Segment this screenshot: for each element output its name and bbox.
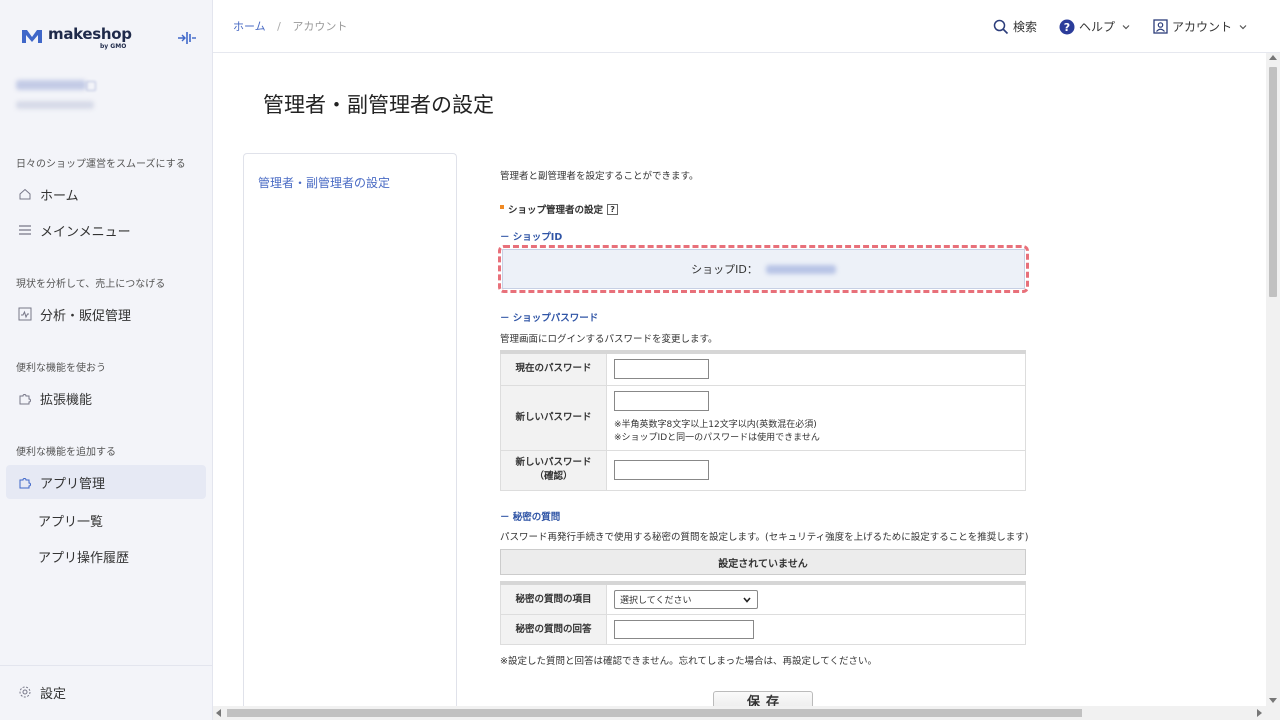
sidebar-item-analytics[interactable]: 分析・販促管理 [6, 297, 206, 331]
shop-id-heading: － ショップID [500, 232, 563, 243]
brand-name: makeshop [48, 25, 132, 43]
sidebar-item-home[interactable]: ホーム [6, 177, 206, 211]
search-icon [993, 19, 1009, 34]
sidebar-subitem-app-list[interactable]: アプリ一覧 [38, 511, 103, 530]
help-menu[interactable]: ? ヘルプ [1059, 18, 1135, 35]
search-label: 検索 [1013, 20, 1038, 34]
chevron-down-icon [1122, 24, 1130, 29]
section-label-add: 便利な機能を追加する [16, 447, 116, 458]
confirm-password-label: 新しいパスワード （確認） [500, 449, 607, 491]
account-icon [1153, 19, 1168, 34]
breadcrumb-current: アカウント [292, 20, 348, 33]
chevron-down-icon [1239, 24, 1247, 29]
highlight-frame [498, 245, 1029, 293]
password-hint-1: ※半角英数字8文字以上12文字以内(英数混在必須) [614, 419, 817, 430]
makeshop-logo-icon [22, 30, 42, 43]
page-description: 管理者と副管理者を設定することができます。 [500, 171, 699, 182]
current-password-label: 現在のパスワード [500, 351, 607, 386]
settings-side-panel: 管理者・副管理者の設定 [243, 153, 457, 713]
sidebar-item-main-menu[interactable]: メインメニュー [6, 213, 206, 247]
home-icon [18, 187, 32, 201]
sidebar-item-extensions[interactable]: 拡張機能 [6, 381, 206, 415]
breadcrumb-separator: / [277, 20, 281, 33]
sidebar-item-label: 設定 [40, 686, 67, 702]
section-label-daily: 日々のショップ運営をスムーズにする [16, 159, 186, 170]
new-password-label: 新しいパスワード [500, 384, 607, 451]
sidebar-item-label: 拡張機能 [40, 392, 93, 408]
scroll-thumb[interactable] [227, 709, 1082, 717]
password-heading: － ショップパスワード [500, 313, 599, 324]
brand-logo[interactable]: makeshop by GMO [22, 25, 132, 50]
chevron-down-icon [743, 596, 751, 603]
scroll-left-icon[interactable] [216, 709, 221, 717]
page-title: 管理者・副管理者の設定 [263, 93, 494, 117]
divider [0, 665, 212, 666]
table-row: 秘密の質問の項目 選択してください [500, 582, 1026, 615]
confirm-label-line2: （確認） [534, 471, 573, 482]
menu-icon [18, 223, 32, 237]
section-label-analysis: 現状を分析して、売上につなげる [16, 279, 166, 290]
password-description: 管理画面にログインするパスワードを変更します。 [500, 334, 718, 345]
collapse-sidebar-icon[interactable] [177, 30, 197, 46]
sidebar-item-label: アプリ管理 [40, 476, 106, 492]
account-label: アカウント [1172, 20, 1233, 34]
side-nav-admin-settings[interactable]: 管理者・副管理者の設定 [258, 174, 390, 191]
confirm-label-line1: 新しいパスワード [515, 457, 592, 468]
sidebar-item-label: ホーム [40, 188, 79, 204]
scroll-up-icon[interactable] [1269, 55, 1277, 60]
chart-icon [18, 307, 32, 321]
confirm-password-input[interactable] [614, 460, 709, 480]
section-title: ショップ管理者の設定 ? [500, 202, 619, 216]
svg-text:?: ? [1064, 21, 1070, 34]
help-box-icon[interactable]: ? [607, 203, 619, 215]
secret-answer-input[interactable] [614, 620, 754, 639]
account-menu[interactable]: アカウント [1153, 18, 1252, 35]
gear-icon [18, 685, 32, 699]
breadcrumb: ホーム / アカウント [233, 18, 347, 34]
sidebar-item-apps[interactable]: アプリ管理 [6, 465, 206, 499]
help-label: ヘルプ [1079, 20, 1116, 34]
sidebar-item-settings[interactable]: 設定 [6, 675, 206, 709]
shop-id-blurred [16, 101, 94, 109]
table-row: 新しいパスワード ※半角英数字8文字以上12文字以内(英数混在必須) ※ショップ… [500, 384, 1026, 451]
brand-sub: by GMO [100, 43, 127, 50]
top-header: ホーム / アカウント 検索 ? ヘルプ アカウント [213, 0, 1280, 53]
table-row: 新しいパスワード （確認） [500, 449, 1026, 491]
scroll-thumb[interactable] [1269, 67, 1277, 297]
scroll-right-icon[interactable] [1257, 709, 1262, 717]
vertical-scrollbar[interactable] [1266, 53, 1280, 706]
current-password-input[interactable] [614, 359, 709, 380]
horizontal-scrollbar[interactable] [213, 706, 1280, 720]
section-label-features: 便利な機能を使おう [16, 363, 106, 374]
help-icon: ? [1059, 19, 1075, 34]
password-hint-2: ※ショップIDと同一のパスワードは使用できません [614, 432, 820, 443]
secret-question-label: 秘密の質問の項目 [500, 582, 607, 615]
sidebar: makeshop by GMO 日々のショップ運営をスムーズにする ホーム メイ… [0, 0, 213, 720]
search-button[interactable]: 検索 [993, 18, 1037, 35]
puzzle-icon [18, 475, 32, 489]
bullet-icon [500, 205, 504, 209]
secret-status-bar: 設定されていません [500, 549, 1026, 575]
shop-name-blurred [16, 80, 86, 90]
secret-question-select[interactable]: 選択してください [614, 590, 758, 609]
copy-icon[interactable] [86, 81, 96, 91]
secret-note: ※設定した質問と回答は確認できません。忘れてしまった場合は、再設定してください。 [500, 656, 877, 667]
table-row: 秘密の質問の回答 [500, 614, 1026, 645]
sidebar-item-label: 分析・販促管理 [40, 308, 132, 324]
sidebar-item-label: メインメニュー [40, 224, 131, 240]
secret-heading: － 秘密の質問 [500, 512, 561, 523]
scroll-down-icon[interactable] [1269, 698, 1277, 703]
password-form-table: 現在のパスワード 新しいパスワード ※半角英数字8文字以上12文字以内(英数混在… [500, 350, 1026, 491]
table-row: 現在のパスワード [500, 351, 1026, 386]
secret-answer-label: 秘密の質問の回答 [500, 614, 607, 645]
secret-description: パスワード再発行手続きで使用する秘密の質問を設定します。(セキュリティ強度を上げ… [500, 532, 1029, 543]
section-title-text: ショップ管理者の設定 [508, 205, 604, 216]
breadcrumb-home-link[interactable]: ホーム [233, 20, 266, 33]
puzzle-icon [18, 391, 32, 405]
new-password-input[interactable] [614, 390, 709, 411]
sidebar-subitem-app-history[interactable]: アプリ操作履歴 [38, 547, 129, 566]
secret-question-value: 選択してください [620, 596, 692, 606]
secret-form-table: 秘密の質問の項目 選択してください 秘密の質問の回答 [500, 581, 1026, 645]
